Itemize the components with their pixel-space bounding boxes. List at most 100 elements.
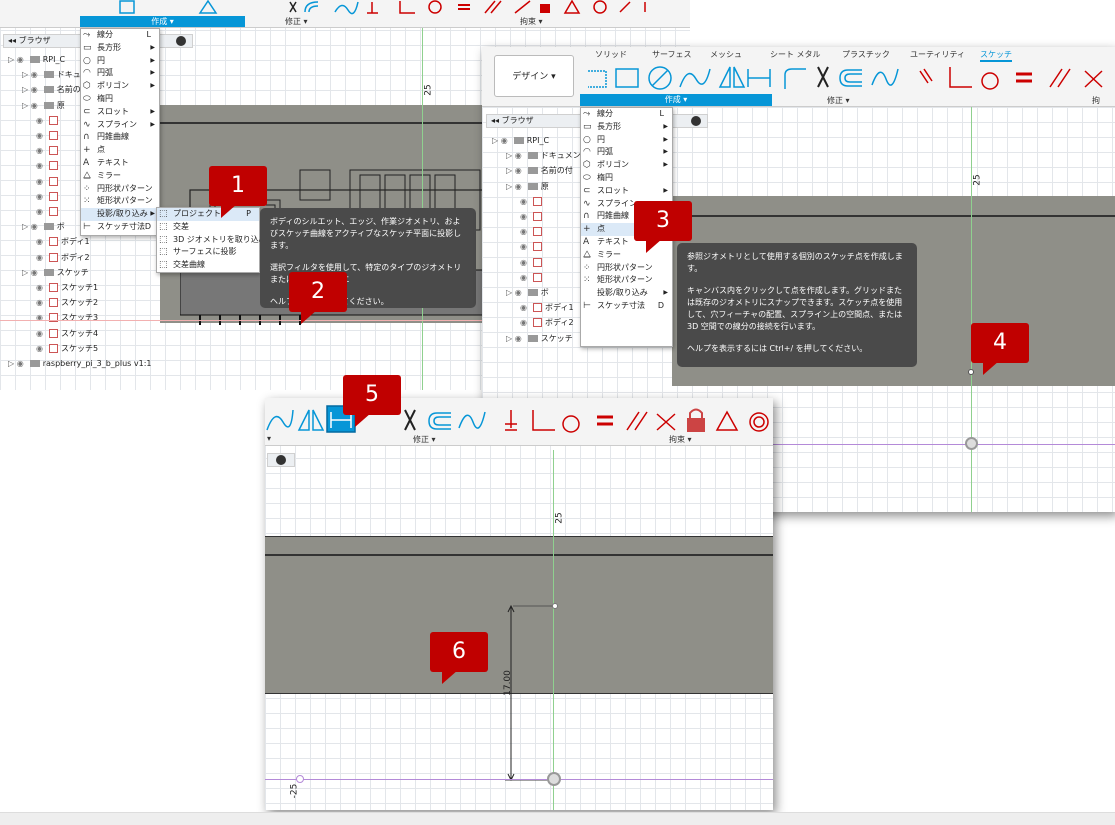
expand-icon[interactable]: ▷ (506, 182, 515, 191)
tree-node[interactable]: ▷ ◉ RPI_C (492, 133, 549, 148)
menu-item[interactable]: ⤳ 線分 L (81, 29, 159, 42)
tree-node[interactable]: ◉ (520, 270, 545, 285)
visibility-eye-icon[interactable]: ◉ (36, 189, 46, 204)
expand-icon[interactable]: ▷ (506, 334, 515, 343)
visibility-eye-icon[interactable]: ◉ (515, 331, 525, 346)
menu-item[interactable]: 投影/取り込み ▶ (81, 208, 159, 221)
origin-point[interactable] (547, 772, 561, 786)
browser-close-icon[interactable] (691, 116, 701, 126)
visibility-eye-icon[interactable]: ◉ (36, 326, 46, 341)
tree-node[interactable]: ◉ ボディ2 (520, 315, 574, 330)
collapse-icon[interactable]: ◂◂ (8, 36, 19, 45)
menu-item[interactable]: ⁙ 矩形状パターン (81, 195, 159, 208)
tree-node[interactable]: ◉ ボディ1 (520, 300, 574, 315)
visibility-eye-icon[interactable]: ◉ (17, 52, 27, 67)
browser-close-icon[interactable] (276, 455, 286, 465)
expand-icon[interactable]: ▷ (8, 359, 17, 368)
tree-node[interactable]: ▷ ◉ 原 (22, 98, 65, 113)
menu-item[interactable]: ⬭ 楕円 (81, 93, 159, 106)
visibility-eye-icon[interactable]: ◉ (520, 270, 530, 285)
menu-item[interactable]: ⬚ 交差 (157, 221, 259, 234)
expand-icon[interactable]: ▷ (22, 268, 31, 277)
visibility-eye-icon[interactable]: ◉ (36, 174, 46, 189)
expand-icon[interactable]: ▷ (22, 85, 31, 94)
menu-item[interactable]: ⁘ 円形状パターン (581, 262, 672, 275)
visibility-eye-icon[interactable]: ◉ (36, 204, 46, 219)
menu-item[interactable]: ⊢ スケッチ寸法 D (81, 221, 159, 234)
visibility-eye-icon[interactable]: ◉ (36, 295, 46, 310)
visibility-eye-icon[interactable]: ◉ (36, 310, 46, 325)
menu-item[interactable]: ⬚ 交差曲線 (157, 259, 259, 272)
visibility-eye-icon[interactable]: ◉ (520, 209, 530, 224)
visibility-eye-icon[interactable]: ◉ (520, 194, 530, 209)
create-dropdown-arrow[interactable]: ▾ (267, 434, 271, 443)
visibility-eye-icon[interactable]: ◉ (520, 255, 530, 270)
design-workspace-button[interactable]: デザイン ▾ (494, 55, 574, 97)
tree-node[interactable]: ▷ ◉ スケッチ (506, 331, 573, 346)
visibility-eye-icon[interactable]: ◉ (501, 133, 511, 148)
menu-item[interactable]: 投影/取り込み ▶ (581, 287, 672, 300)
expand-icon[interactable]: ▷ (506, 166, 515, 175)
visibility-eye-icon[interactable]: ◉ (520, 300, 530, 315)
expand-icon[interactable]: ▷ (22, 101, 31, 110)
expand-icon[interactable]: ▷ (492, 136, 501, 145)
visibility-eye-icon[interactable]: ◉ (515, 179, 525, 194)
tree-node[interactable]: ◉ (36, 204, 61, 219)
tree-node[interactable]: ▷ ◉ ボ (506, 285, 549, 300)
ribbon-tab[interactable]: スケッチ (980, 49, 1012, 62)
menu-item[interactable]: ◠ 円弧 ▶ (581, 146, 672, 159)
visibility-eye-icon[interactable]: ◉ (36, 113, 46, 128)
tree-node[interactable]: ▷ ◉ 原 (506, 179, 549, 194)
tree-node[interactable]: ◉ (520, 224, 545, 239)
menu-item[interactable]: ⬚ 3D ジオメトリを取り込み (157, 234, 267, 247)
menu-item[interactable]: ⊢ スケッチ寸法 D (581, 300, 672, 313)
tree-node[interactable]: ◉ スケッチ2 (36, 295, 98, 310)
tree-node[interactable]: ◉ (36, 158, 61, 173)
visibility-eye-icon[interactable]: ◉ (515, 148, 525, 163)
visibility-eye-icon[interactable]: ◉ (520, 315, 530, 330)
menu-item[interactable]: ⊂ スロット ▶ (81, 106, 159, 119)
tree-node[interactable]: ◉ (36, 128, 61, 143)
visibility-eye-icon[interactable]: ◉ (515, 163, 525, 178)
tree-node[interactable]: ◉ ボディ1 (36, 234, 90, 249)
menu-item[interactable]: ⊂ スロット ▶ (581, 185, 672, 198)
visibility-eye-icon[interactable]: ◉ (515, 285, 525, 300)
visibility-eye-icon[interactable]: ◉ (36, 143, 46, 158)
visibility-eye-icon[interactable]: ◉ (36, 158, 46, 173)
origin-point[interactable] (965, 437, 978, 450)
tree-node[interactable]: ◉ (520, 194, 545, 209)
browser-close-icon[interactable] (176, 36, 186, 46)
ribbon-tab[interactable]: シート メタル (770, 49, 821, 60)
menu-item[interactable]: ⁘ 円形状パターン (81, 183, 159, 196)
dimension-value[interactable]: 17.00 (503, 670, 513, 696)
modify-group-label[interactable]: 修正 ▾ (413, 434, 436, 445)
ribbon-tab[interactable]: プラスチック (842, 49, 890, 60)
menu-item[interactable]: ⬚ サーフェスに投影 (157, 246, 259, 259)
menu-item[interactable]: + 点 (81, 144, 159, 157)
tree-node[interactable]: ▷ ◉ 名前の付 (22, 82, 89, 97)
tree-node[interactable]: ◉ スケッチ1 (36, 280, 98, 295)
ribbon-tab[interactable]: ソリッド (595, 49, 627, 60)
menu-item[interactable]: ▭ 長方形 ▶ (581, 121, 672, 134)
ribbon-tab[interactable]: メッシュ (710, 49, 742, 60)
visibility-eye-icon[interactable]: ◉ (36, 341, 46, 356)
visibility-eye-icon[interactable]: ◉ (36, 234, 46, 249)
expand-icon[interactable]: ▷ (22, 222, 31, 231)
menu-item[interactable]: ∩ 円錐曲線 (81, 131, 159, 144)
tree-node[interactable]: ▷ ◉ スケッチ (22, 265, 89, 280)
ribbon-tab[interactable]: ユーティリティ (910, 49, 965, 60)
visibility-eye-icon[interactable]: ◉ (17, 356, 27, 371)
tree-node[interactable]: ◉ (520, 255, 545, 270)
menu-item[interactable]: ◠ 円弧 ▶ (81, 67, 159, 80)
create-menu-bar[interactable]: 作成 ▾ (580, 94, 772, 106)
ribbon-tab[interactable]: サーフェス (652, 49, 692, 60)
visibility-eye-icon[interactable]: ◉ (36, 250, 46, 265)
menu-item[interactable]: A テキスト (81, 157, 159, 170)
sketch-point[interactable] (968, 369, 974, 375)
constraints-group-label[interactable]: 拘 (1092, 95, 1100, 106)
menu-item[interactable]: ⧋ ミラー (81, 170, 159, 183)
visibility-eye-icon[interactable]: ◉ (520, 239, 530, 254)
tree-node[interactable]: ◉ (36, 143, 61, 158)
tree-node[interactable]: ▷ ◉ 名前の付 (506, 163, 573, 178)
constraints-group-label[interactable]: 拘束 ▾ (520, 16, 543, 27)
